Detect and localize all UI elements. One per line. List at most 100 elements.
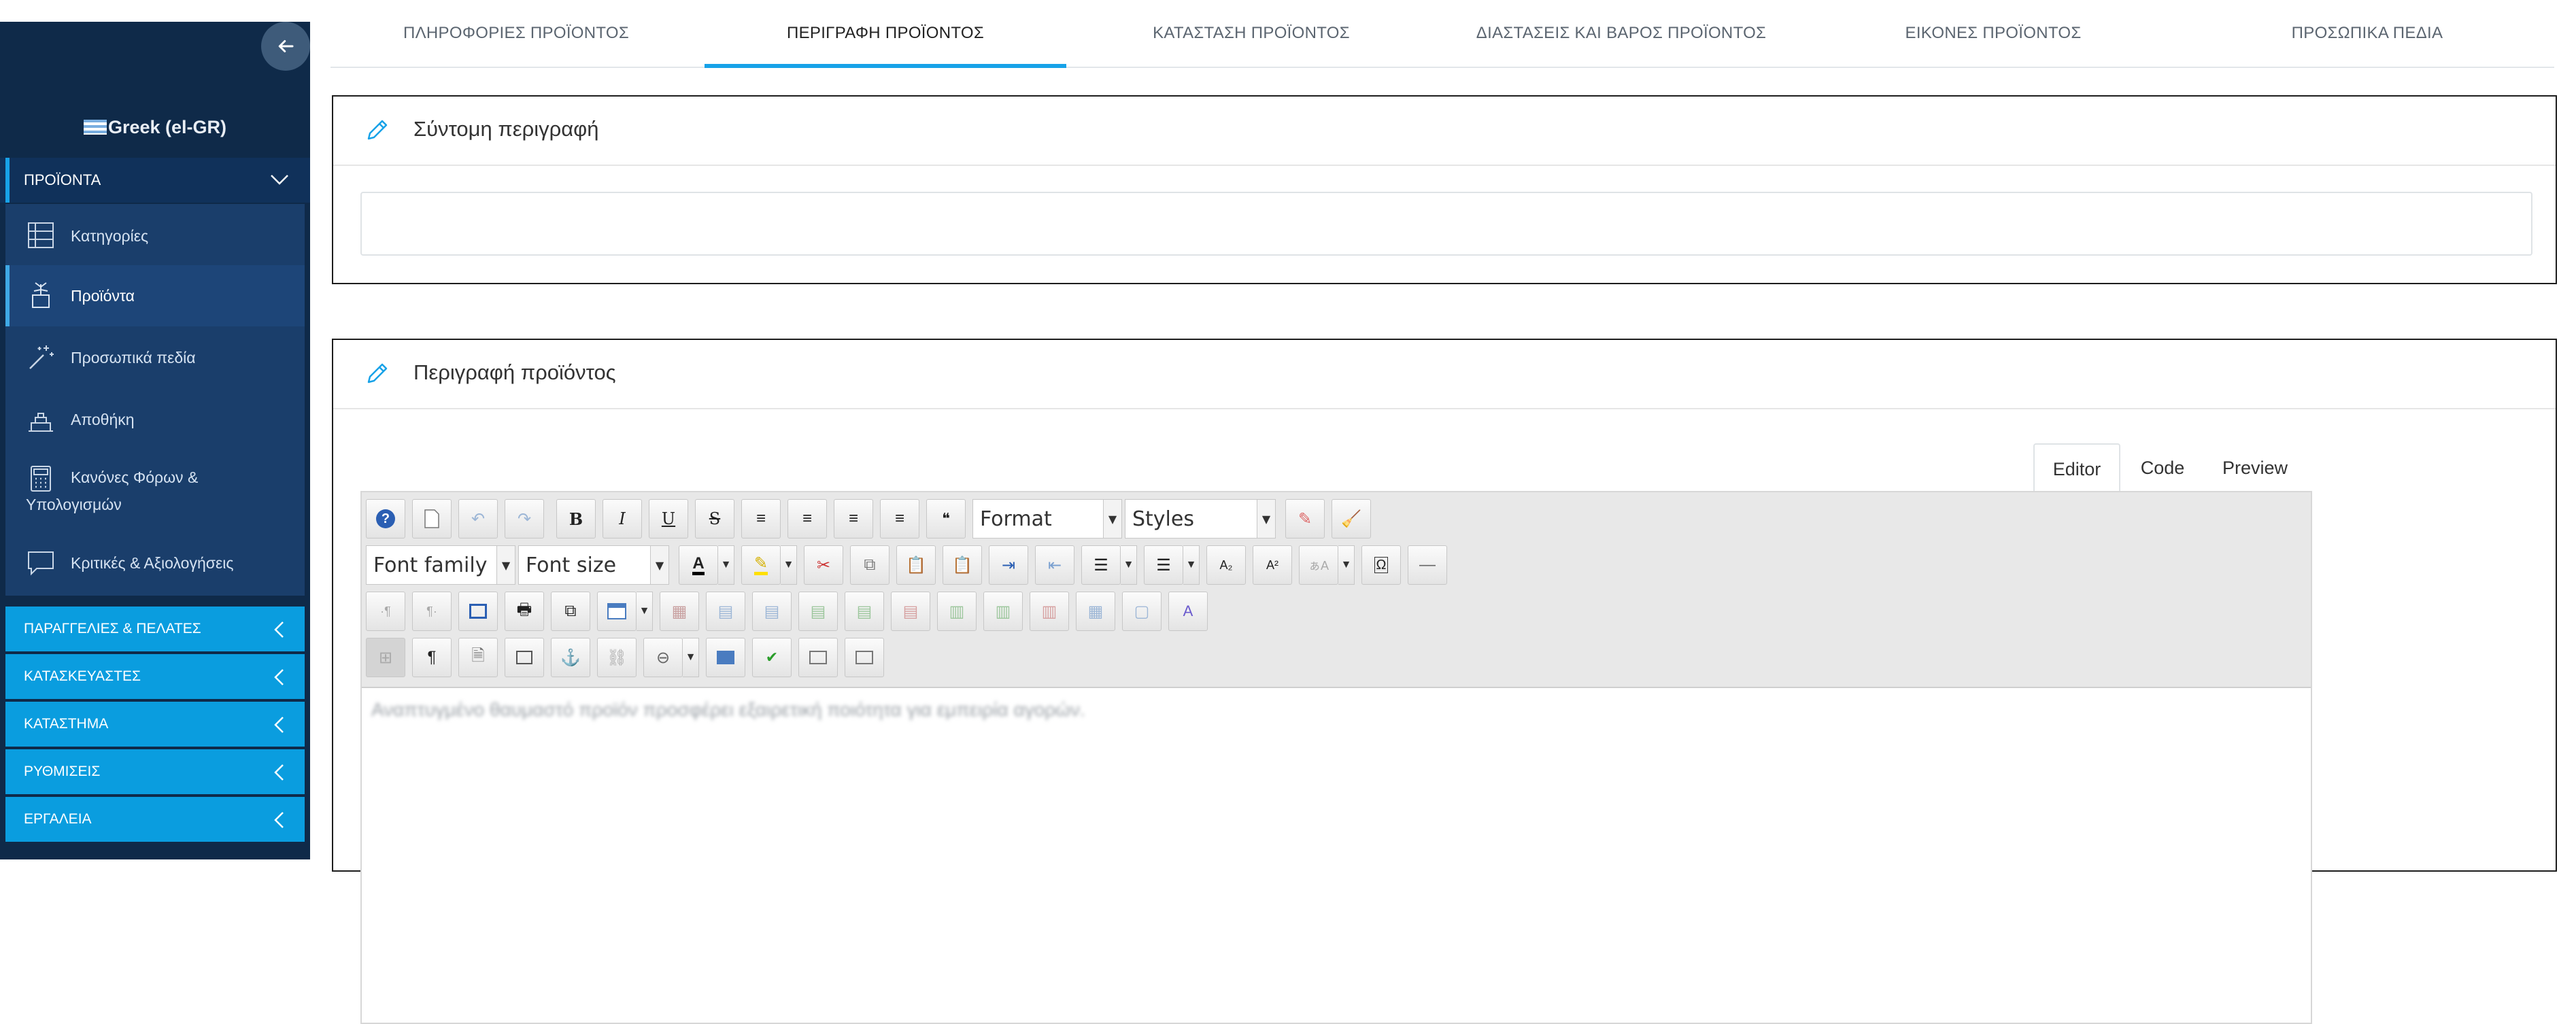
visual-aid-button[interactable]: ⊞ bbox=[366, 638, 405, 677]
page-break-button[interactable] bbox=[845, 638, 884, 677]
insert-col-right-button[interactable]: ▥ bbox=[983, 592, 1023, 631]
align-justify-button[interactable]: ≡ bbox=[741, 499, 781, 539]
short-description-textarea[interactable] bbox=[360, 192, 2532, 256]
unlink-button[interactable]: ⛓ bbox=[597, 638, 637, 677]
chevron-left-icon bbox=[274, 764, 284, 781]
link-dropdown[interactable]: ▼ bbox=[683, 638, 699, 677]
ordered-list-button[interactable]: ☰ bbox=[1081, 545, 1121, 585]
editor-content-area[interactable]: Αναπτυγμένο θαυμαστό προϊόν προσφέρει εξ… bbox=[362, 688, 2311, 1021]
tab-preview[interactable]: Preview bbox=[2207, 443, 2303, 492]
help-button[interactable]: ? bbox=[366, 499, 405, 539]
copy-button[interactable]: ⧉ bbox=[850, 545, 889, 585]
search-replace-button[interactable]: ⧉ bbox=[551, 592, 590, 631]
sidebar-section-manufacturers[interactable]: ΚΑΤΑΣΚΕΥΑΣΤΕΣ bbox=[5, 654, 305, 699]
sidebar-section-products[interactable]: ΠΡΟΪΟΝΤΑ bbox=[0, 158, 310, 203]
sidebar-item-custom-fields[interactable]: Προσωπικά πεδία bbox=[5, 326, 305, 389]
tab-product-description[interactable]: ΠΕΡΙΓΡΑΦΗ ΠΡΟΪΟΝΤΟΣ bbox=[705, 0, 1066, 68]
italic-button[interactable]: I bbox=[603, 499, 642, 539]
sidebar-item-reviews[interactable]: Κριτικές & Αξιολογήσεις bbox=[5, 532, 305, 594]
delete-row-button[interactable]: ▤ bbox=[891, 592, 930, 631]
iframe-button[interactable] bbox=[798, 638, 838, 677]
sidebar-item-categories[interactable]: Κατηγορίες bbox=[5, 207, 305, 265]
highlight-color-dropdown[interactable]: ▼ bbox=[781, 545, 797, 585]
highlight-color-button[interactable]: ✎ bbox=[741, 545, 781, 585]
fullscreen-button[interactable] bbox=[458, 592, 498, 631]
outdent-button[interactable]: ⇤ bbox=[1035, 545, 1074, 585]
table-button[interactable] bbox=[597, 592, 637, 631]
tab-product-images[interactable]: ΕΙΚΟΝΕΣ ΠΡΟΪΟΝΤΟΣ bbox=[1809, 0, 2177, 67]
sidebar-section-orders-customers[interactable]: ΠΑΡΑΓΓΕΛΙΕΣ & ΠΕΛΑΤΕΣ bbox=[5, 607, 305, 651]
tab-editor[interactable]: Editor bbox=[2033, 443, 2120, 495]
anchor-button[interactable]: ⚓ bbox=[551, 638, 590, 677]
sidebar-section-tools[interactable]: ΕΡΓΑΛΕΙΑ bbox=[5, 797, 305, 842]
sidebar-section-settings[interactable]: ΡΥΘΜΙΣΕΙΣ bbox=[5, 749, 305, 794]
merge-cells-button[interactable]: ▦ bbox=[1076, 592, 1115, 631]
cell-props-button[interactable]: ▢ bbox=[1122, 592, 1162, 631]
font-family-dropdown[interactable]: Font family ▼ bbox=[366, 545, 515, 585]
delete-col-button[interactable]: ▥ bbox=[1030, 592, 1069, 631]
undo-button[interactable]: ↶ bbox=[458, 499, 498, 539]
cut-button[interactable]: ✂ bbox=[804, 545, 843, 585]
link-button[interactable]: ⊖ bbox=[643, 638, 683, 677]
cleanup-button[interactable]: 🧹 bbox=[1332, 499, 1371, 539]
language-label[interactable]: Greek (el-GR) bbox=[0, 117, 310, 138]
row-after-button[interactable]: ▤ bbox=[752, 592, 792, 631]
delete-table-button[interactable]: ▦ bbox=[660, 592, 699, 631]
special-char-button[interactable]: Ω bbox=[1361, 545, 1401, 585]
remove-format-button[interactable]: ✎ bbox=[1285, 499, 1325, 539]
subscript-button[interactable]: A₂ bbox=[1206, 545, 1246, 585]
image-button[interactable] bbox=[505, 638, 544, 677]
ordered-list-dropdown[interactable]: ▼ bbox=[1121, 545, 1137, 585]
tab-dimensions-weight[interactable]: ΔΙΑΣΤΑΣΕΙΣ ΚΑΙ ΒΑΡΟΣ ΠΡΟΪΟΝΤΟΣ bbox=[1436, 0, 1806, 67]
underline-button[interactable]: U bbox=[649, 499, 688, 539]
paste-button[interactable]: 📋 bbox=[896, 545, 936, 585]
insert-col-left-button[interactable]: ▥ bbox=[937, 592, 977, 631]
sidebar-section-label: ΠΡΟΪΟΝΤΑ bbox=[24, 171, 101, 188]
sidebar-item-products[interactable]: Προϊόντα bbox=[5, 265, 305, 326]
ltr-button[interactable]: ·¶ bbox=[366, 592, 405, 631]
strikethrough-button[interactable]: S bbox=[695, 499, 734, 539]
rtl-button[interactable]: ¶· bbox=[412, 592, 452, 631]
redo-button[interactable]: ↷ bbox=[505, 499, 544, 539]
show-blocks-button[interactable]: ¶ bbox=[412, 638, 452, 677]
superscript-button[interactable]: A² bbox=[1253, 545, 1292, 585]
paste-text-button[interactable]: 📋 bbox=[943, 545, 982, 585]
text-color-button[interactable]: A bbox=[679, 545, 718, 585]
ordered-list-icon: ☰ bbox=[1094, 556, 1108, 575]
sidebar-item-tax-rules[interactable]: Κανόνες Φόρων & Υπολογισμών bbox=[5, 450, 305, 532]
language-button[interactable]: ぁA bbox=[1299, 545, 1338, 585]
tab-code[interactable]: Code bbox=[2120, 443, 2205, 492]
sidebar-section-store[interactable]: ΚΑΤΑΣΤΗΜΑ bbox=[5, 702, 305, 747]
sidebar-item-warehouse[interactable]: Αποθήκη bbox=[5, 389, 305, 450]
bold-button[interactable]: B bbox=[556, 499, 596, 539]
align-center-button[interactable]: ≡ bbox=[787, 499, 827, 539]
language-dropdown[interactable]: ▼ bbox=[1338, 545, 1355, 585]
tab-product-status[interactable]: ΚΑΤΑΣΤΑΣΗ ΠΡΟΪΟΝΤΟΣ bbox=[1069, 0, 1434, 67]
col-before-button[interactable]: ▤ bbox=[798, 592, 838, 631]
format-dropdown[interactable]: Format ▼ bbox=[972, 499, 1122, 539]
blockquote-button[interactable]: ❝ bbox=[926, 499, 966, 539]
tab-custom-fields[interactable]: ΠΡΟΣΩΠΙΚΑ ΠΕΔΙΑ bbox=[2180, 0, 2554, 67]
table-dropdown[interactable]: ▼ bbox=[637, 592, 653, 631]
indent-button[interactable]: ⇥ bbox=[989, 545, 1028, 585]
align-left-button[interactable]: ≡ bbox=[834, 499, 873, 539]
bullet-list-dropdown[interactable]: ▼ bbox=[1183, 545, 1200, 585]
media-button[interactable] bbox=[706, 638, 745, 677]
spellcheck-button[interactable]: ✔ bbox=[752, 638, 792, 677]
collapse-sidebar-button[interactable] bbox=[261, 22, 310, 71]
style-props-button[interactable]: A bbox=[1168, 592, 1208, 631]
bullet-list-button[interactable]: ☰ bbox=[1144, 545, 1183, 585]
template-button[interactable]: 🗎 bbox=[458, 638, 498, 677]
language-icon: ぁA bbox=[1308, 559, 1329, 573]
font-size-dropdown[interactable]: Font size ▼ bbox=[518, 545, 669, 585]
text-color-dropdown[interactable]: ▼ bbox=[718, 545, 734, 585]
panel-header: Περιγραφή προϊόντος bbox=[333, 340, 2556, 409]
align-right-button[interactable]: ≡ bbox=[880, 499, 919, 539]
horizontal-rule-button[interactable]: — bbox=[1408, 545, 1447, 585]
print-button[interactable]: 🖶 bbox=[505, 592, 544, 631]
tab-product-info[interactable]: ΠΛΗΡΟΦΟΡΙΕΣ ΠΡΟΪΟΝΤΟΣ bbox=[331, 0, 702, 67]
new-document-button[interactable] bbox=[412, 499, 452, 539]
col-after-button[interactable]: ▤ bbox=[845, 592, 884, 631]
styles-dropdown[interactable]: Styles ▼ bbox=[1125, 499, 1276, 539]
row-before-button[interactable]: ▤ bbox=[706, 592, 745, 631]
